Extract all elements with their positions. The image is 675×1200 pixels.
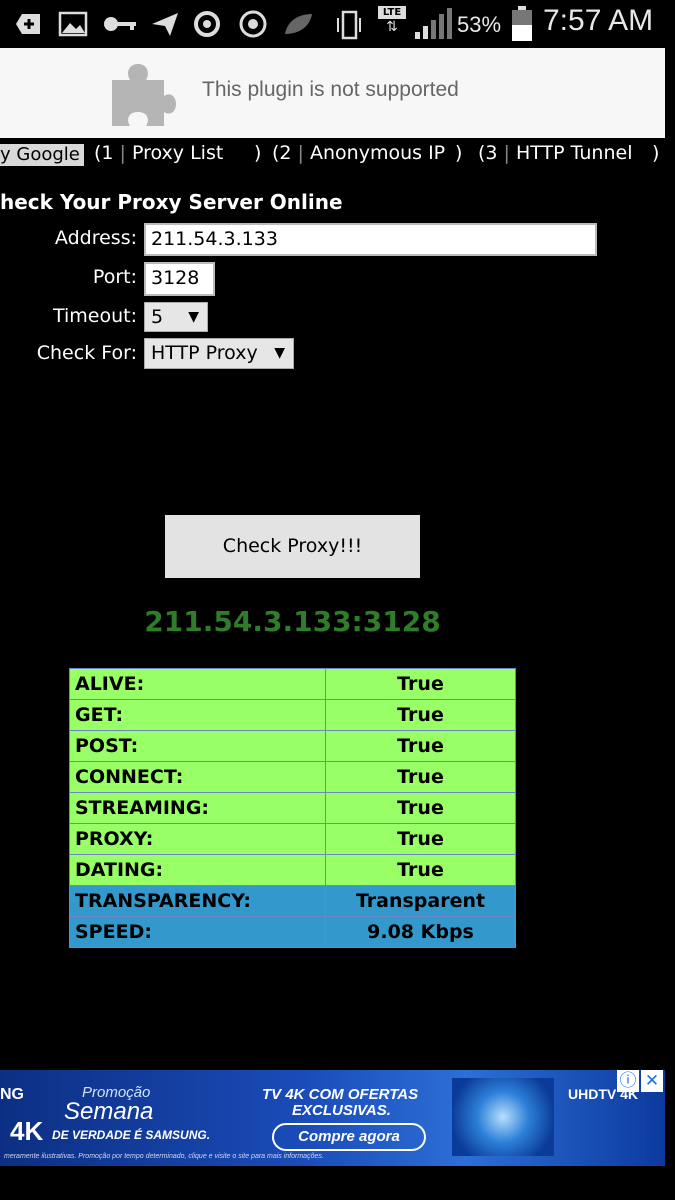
row-key: SPEED: bbox=[69, 916, 326, 948]
timeout-value: 5 bbox=[151, 306, 164, 328]
ad-brand-fragment: NG bbox=[0, 1086, 24, 1103]
tab-label: Anonymous IP bbox=[310, 142, 446, 164]
row-value: True bbox=[325, 823, 516, 855]
row-key: ALIVE: bbox=[69, 668, 326, 700]
dropdown-arrow-icon: ▼ bbox=[274, 345, 285, 361]
send-icon bbox=[150, 10, 180, 38]
checkfor-label: Check For: bbox=[36, 342, 137, 364]
plugin-message: This plugin is not supported bbox=[202, 78, 459, 101]
tab-anonymous-ip[interactable]: (2 | Anonymous IP) bbox=[272, 142, 462, 164]
port-label: Port: bbox=[92, 266, 137, 288]
battery-icon bbox=[511, 6, 533, 46]
row-key: CONNECT: bbox=[69, 761, 326, 793]
tab-google[interactable]: y Google bbox=[0, 144, 84, 166]
image-icon bbox=[58, 10, 88, 38]
tab-http-tunnel[interactable]: (3 | HTTP Tunnel) bbox=[478, 142, 659, 164]
tab-label: Proxy List bbox=[132, 142, 224, 164]
table-row: DATING: True bbox=[69, 854, 516, 886]
puzzle-piece-icon bbox=[108, 58, 178, 128]
dropdown-arrow-icon: ▼ bbox=[188, 309, 199, 325]
vibrate-icon bbox=[334, 10, 364, 40]
address-input[interactable]: 211.54.3.133 bbox=[144, 223, 597, 256]
ad-de-verdade: DE VERDADE É SAMSUNG. bbox=[52, 1128, 211, 1142]
ad-tv-image bbox=[452, 1078, 554, 1156]
row-value: True bbox=[325, 668, 516, 700]
ad-cta-button[interactable]: Compre agora bbox=[272, 1123, 426, 1151]
table-row: TRANSPARENCY: Transparent bbox=[69, 885, 516, 917]
row-key: GET: bbox=[69, 699, 326, 731]
table-row: POST: True bbox=[69, 730, 516, 762]
table-row: SPEED: 9.08 Kbps bbox=[69, 916, 516, 948]
plugin-placeholder: This plugin is not supported bbox=[0, 48, 665, 138]
ad-info-icon[interactable]: ⓘ bbox=[617, 1070, 639, 1092]
status-bar: LTE ⇅ 53% 7:57 AM bbox=[0, 0, 675, 48]
sync-icon bbox=[192, 10, 222, 38]
form-title: heck Your Proxy Server Online bbox=[0, 190, 343, 214]
table-row: CONNECT: True bbox=[69, 761, 516, 793]
ad-headline-2: EXCLUSIVAS. bbox=[292, 1102, 391, 1119]
row-value: True bbox=[325, 761, 516, 793]
battery-percent: 53% bbox=[457, 12, 502, 37]
checkfor-value: HTTP Proxy bbox=[151, 342, 258, 364]
ad-semana: Semana bbox=[64, 1098, 154, 1125]
clock: 7:57 AM bbox=[543, 4, 654, 37]
ad-close-icon[interactable]: ✕ bbox=[641, 1070, 663, 1092]
timeout-label: Timeout: bbox=[52, 305, 137, 327]
table-row: STREAMING: True bbox=[69, 792, 516, 824]
result-ip: 211.54.3.133:3128 bbox=[144, 605, 441, 638]
ad-banner[interactable]: NG Promoção Semana 4K DE VERDADE É SAMSU… bbox=[0, 1070, 665, 1166]
row-value: Transparent bbox=[325, 885, 516, 917]
table-row: GET: True bbox=[69, 699, 516, 731]
row-key: PROXY: bbox=[69, 823, 326, 855]
row-value: True bbox=[325, 699, 516, 731]
add-icon bbox=[12, 10, 42, 38]
tab-number: 2 bbox=[279, 142, 292, 164]
tab-number: 1 bbox=[101, 142, 114, 164]
table-row: ALIVE: True bbox=[69, 668, 516, 700]
check-proxy-button[interactable]: Check Proxy!!! bbox=[165, 515, 420, 578]
tab-proxy-list[interactable]: (1 | Proxy List) bbox=[94, 142, 261, 164]
row-value: True bbox=[325, 792, 516, 824]
ad-headline-1: TV 4K COM OFERTAS bbox=[262, 1086, 419, 1103]
address-label: Address: bbox=[54, 227, 137, 249]
ad-disclaimer: meramente ilustrativas. Promoção por tem… bbox=[4, 1153, 324, 1160]
row-key: STREAMING: bbox=[69, 792, 326, 824]
row-key: POST: bbox=[69, 730, 326, 762]
result-table: ALIVE: True GET: True POST: True CONNECT: Tr… bbox=[69, 668, 516, 948]
tab-label: HTTP Tunnel bbox=[516, 142, 633, 164]
timeout-select[interactable]: 5 ▼ bbox=[144, 302, 208, 332]
chrome-icon bbox=[238, 10, 268, 38]
nav-tabs: y Google (1 | Proxy List) (2 | Anonymous… bbox=[0, 140, 675, 168]
leaf-icon bbox=[282, 10, 312, 38]
checkfor-select[interactable]: HTTP Proxy ▼ bbox=[144, 338, 294, 369]
table-row: PROXY: True bbox=[69, 823, 516, 855]
port-input[interactable]: 3128 bbox=[144, 262, 215, 296]
ad-4k: 4K bbox=[10, 1116, 44, 1146]
lte-label: LTE bbox=[378, 6, 406, 19]
row-key: TRANSPARENCY: bbox=[69, 885, 326, 917]
signal-icon bbox=[414, 8, 452, 44]
row-value: True bbox=[325, 730, 516, 762]
row-value: True bbox=[325, 854, 516, 886]
tab-number: 3 bbox=[485, 142, 498, 164]
row-key: DATING: bbox=[69, 854, 326, 886]
lte-icon: LTE ⇅ bbox=[378, 6, 408, 40]
key-icon bbox=[102, 10, 136, 38]
row-value: 9.08 Kbps bbox=[325, 916, 516, 948]
